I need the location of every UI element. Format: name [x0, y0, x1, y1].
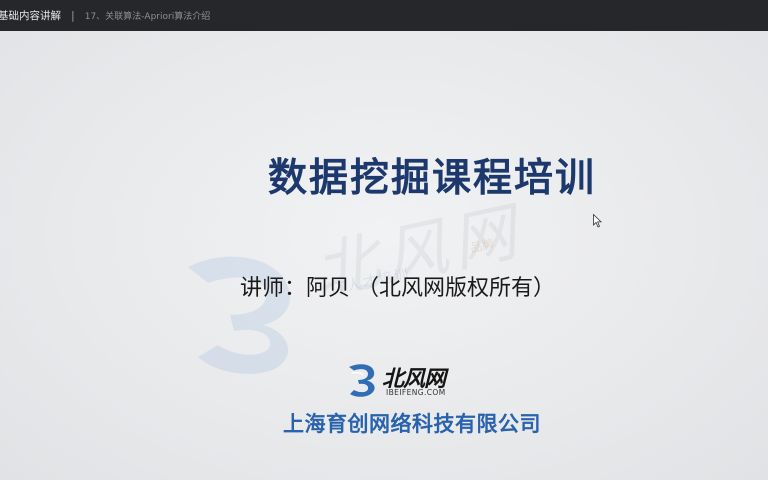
- lesson-title: 17、关联算法-Apriori算法介绍: [84, 12, 211, 22]
- lecturer-line: 讲师：阿贝 （北风网版权所有）: [240, 276, 555, 301]
- beifeng-logo: 北风网 IBEIFENG.COM: [346, 361, 466, 401]
- presentation-slide: 北风网 IT人才培训 品牌 数据挖掘课程培训 讲师：阿贝 （北风网版权所有） 北…: [0, 31, 768, 480]
- logo-b-icon: [349, 364, 375, 397]
- company-name: 上海育创网络科技有限公司: [283, 412, 541, 436]
- title-separator: |: [71, 9, 75, 22]
- mouse-cursor-icon: [593, 214, 602, 228]
- course-title: 基础内容讲解: [0, 10, 61, 22]
- video-title-bar: 基础内容讲解 | 17、关联算法-Apriori算法介绍: [0, 0, 768, 31]
- slide-title: 数据挖掘课程培训: [268, 156, 597, 201]
- logo-domain: IBEIFENG.COM: [386, 388, 446, 397]
- watermark-b-logo-icon: [188, 256, 290, 374]
